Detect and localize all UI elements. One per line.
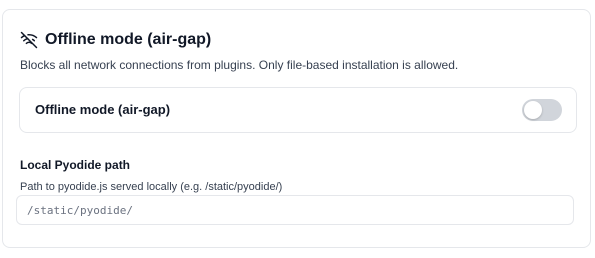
offline-mode-row: Offline mode (air-gap)	[19, 87, 577, 133]
offline-mode-label: Offline mode (air-gap)	[35, 102, 171, 117]
toggle-knob	[524, 101, 542, 119]
offline-mode-toggle[interactable]	[522, 99, 562, 121]
pyodide-path-label: Local Pyodide path	[20, 158, 131, 172]
wifi-off-icon	[20, 31, 38, 49]
pyodide-path-input[interactable]	[16, 195, 574, 225]
section-description: Blocks all network connections from plug…	[20, 58, 459, 72]
section-title: Offline mode (air-gap)	[45, 31, 212, 48]
pyodide-path-help: Path to pyodide.js served locally (e.g. …	[20, 181, 283, 193]
section-header: Offline mode (air-gap)	[20, 30, 211, 50]
